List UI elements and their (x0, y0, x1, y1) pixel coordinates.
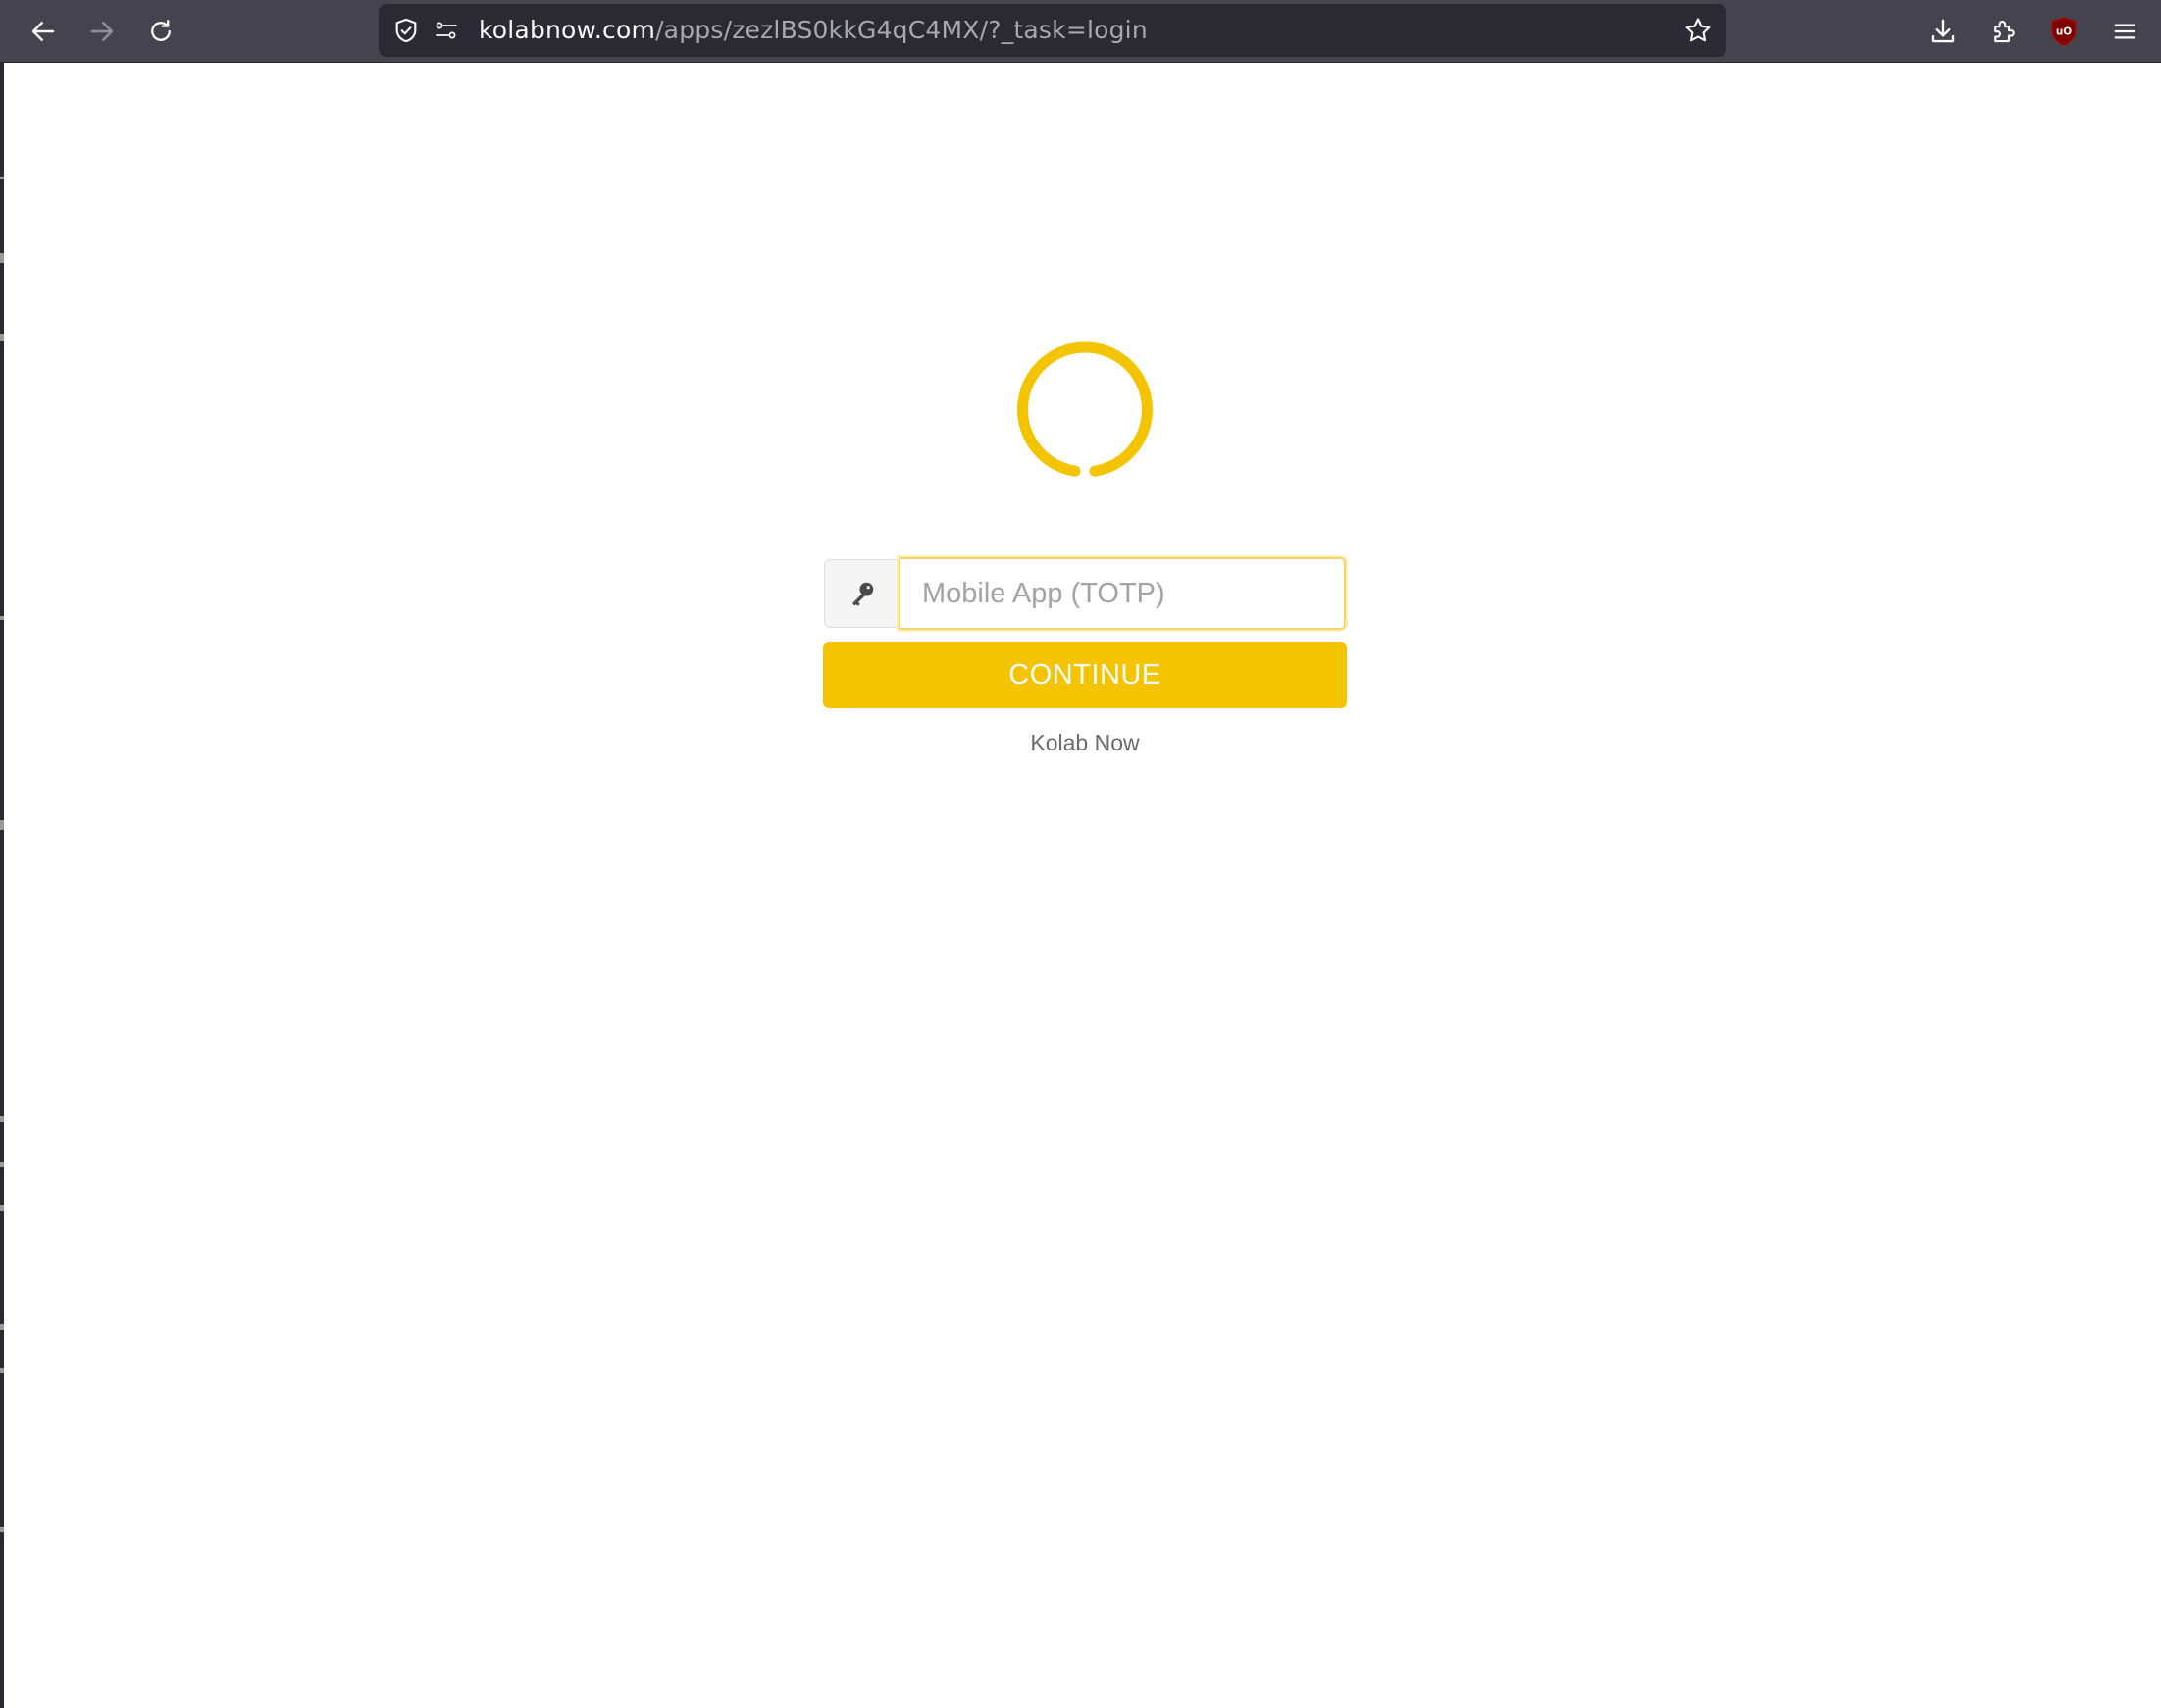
key-icon (851, 582, 873, 606)
menu-button[interactable] (2102, 9, 2147, 54)
continue-button[interactable]: CONTINUE (823, 642, 1347, 708)
hamburger-menu-icon (2114, 24, 2135, 39)
kolab-now-link[interactable]: Kolab Now (889, 730, 1281, 756)
download-icon (1931, 19, 1955, 43)
otp-input-group (824, 557, 1346, 630)
kolab-ring-logo (1017, 341, 1153, 477)
url-path: /apps/zezlBS0kkG4qC4MX/?_task=login (655, 16, 1148, 44)
url-text[interactable]: kolabnow.com/apps/zezlBS0kkG4qC4MX/?_tas… (479, 4, 1148, 57)
key-addon (824, 559, 899, 628)
puzzle-icon (1994, 21, 2015, 43)
ublock-origin-icon: uO (2051, 17, 2077, 46)
url-bar[interactable]: kolabnow.com/apps/zezlBS0kkG4qC4MX/?_tas… (379, 4, 1726, 57)
url-domain: kolabnow.com (479, 16, 656, 44)
browser-toolbar: kolabnow.com/apps/zezlBS0kkG4qC4MX/?_tas… (0, 0, 2161, 63)
arrow-right-icon (90, 22, 114, 41)
ublock-origin-button[interactable]: uO (2041, 9, 2086, 54)
background-window-edge (0, 0, 4, 1708)
back-button[interactable] (21, 9, 66, 54)
arrow-left-icon (31, 22, 55, 41)
reload-button[interactable] (138, 9, 183, 54)
otp-input[interactable] (899, 557, 1346, 630)
permissions-sliders-icon[interactable] (434, 19, 459, 42)
extensions-button[interactable] (1981, 9, 2027, 54)
star-icon[interactable] (1683, 16, 1713, 45)
ublock-badge-text: uO (2056, 26, 2072, 38)
forward-button[interactable] (79, 9, 125, 54)
reload-icon (151, 20, 171, 41)
shield-check-icon[interactable] (392, 17, 420, 44)
browser-window: kolabnow.com/apps/zezlBS0kkG4qC4MX/?_tas… (0, 0, 2161, 1708)
downloads-button[interactable] (1921, 9, 1966, 54)
